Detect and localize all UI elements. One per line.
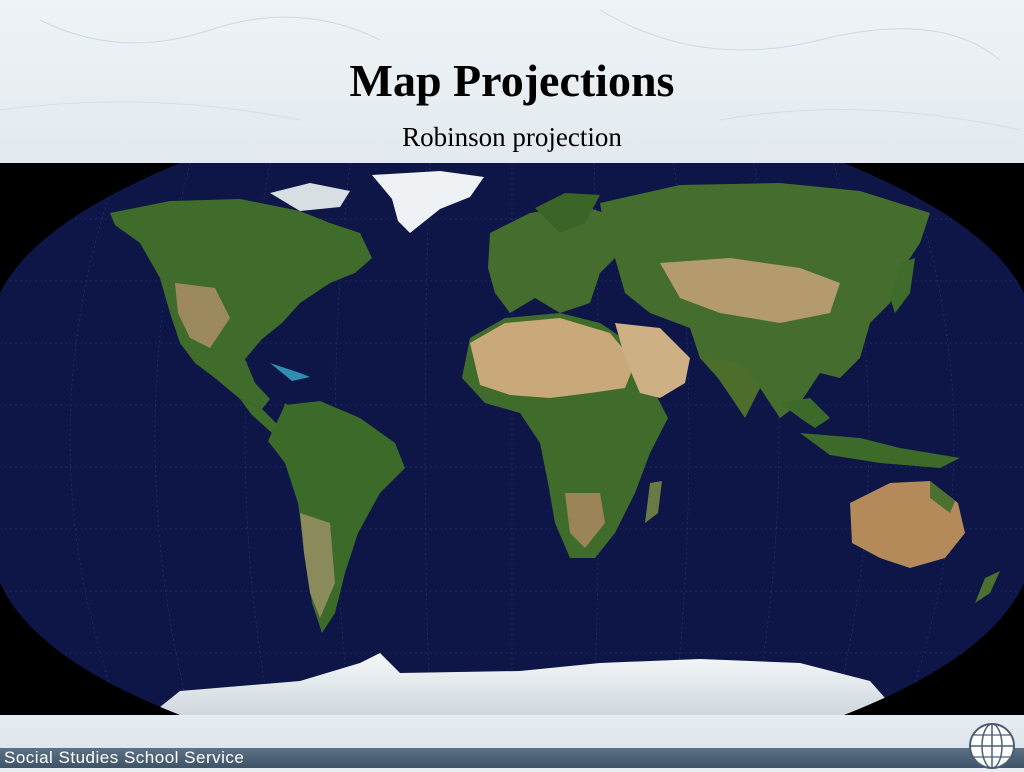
robinson-map-svg — [0, 163, 1024, 715]
world-map — [0, 163, 1024, 715]
slide-title: Map Projections — [349, 55, 675, 106]
footer-bar: Social Studies School Service — [0, 748, 1024, 768]
lower-band — [0, 715, 1024, 748]
globe-icon — [969, 723, 1015, 769]
slide-subtitle: Robinson projection — [402, 122, 622, 152]
publisher-name: Social Studies School Service — [4, 748, 245, 767]
slide-header: Map Projections Robinson projection — [0, 0, 1024, 163]
